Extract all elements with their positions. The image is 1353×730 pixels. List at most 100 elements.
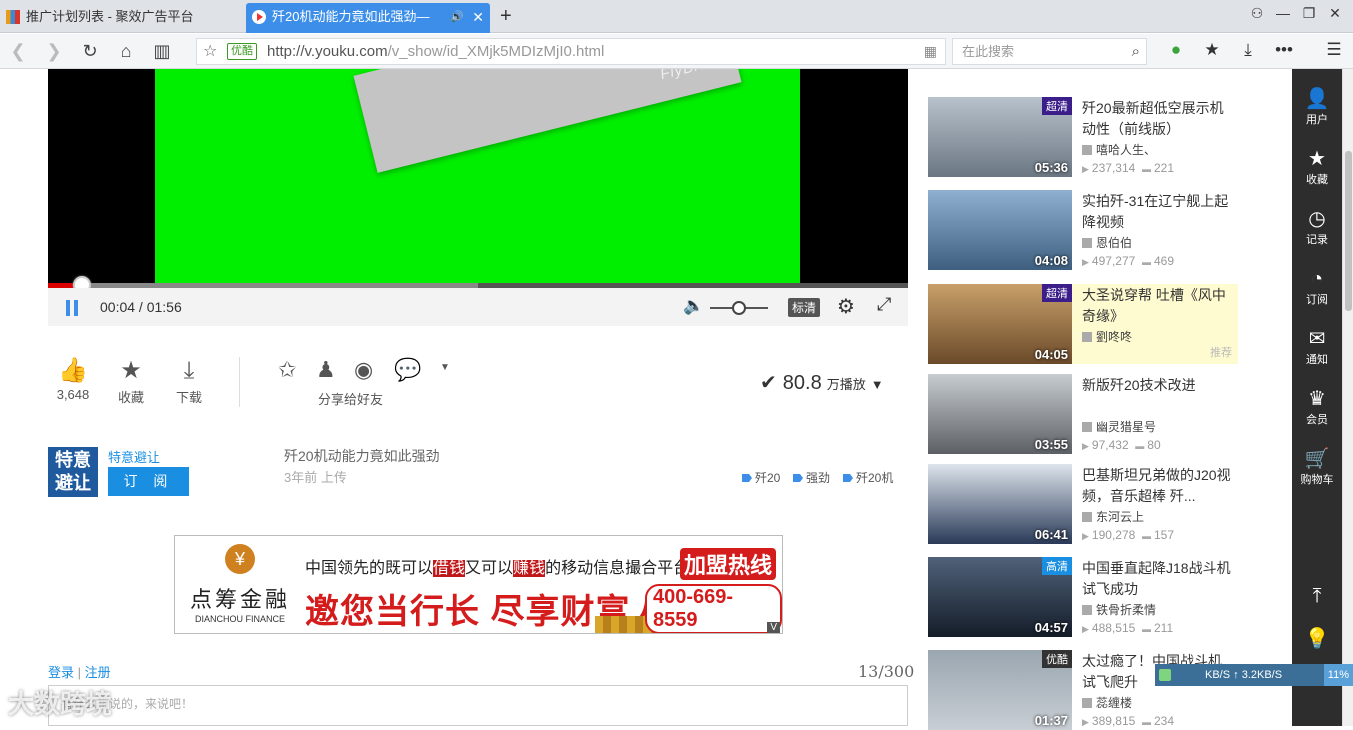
video-duration: 05:36 [1034, 160, 1068, 175]
qq-icon[interactable]: ♟ [316, 357, 336, 383]
related-video-item[interactable]: 高清 04:57 中国垂直起降J18战斗机试飞成功铁骨折柔情 488,515 211 [928, 557, 1238, 637]
share-star-icon[interactable]: ✩ [278, 357, 296, 383]
video-player[interactable]: FlyBNB [48, 69, 908, 283]
video-author[interactable]: 东河云上 [1082, 508, 1144, 525]
fullscreen-icon[interactable]: ⤢ [877, 294, 891, 315]
reading-mode-icon[interactable]: ▥ [150, 40, 174, 62]
sidebar-label: 订阅 [1306, 294, 1328, 306]
search-placeholder: 在此搜索 [962, 44, 1015, 59]
light-toggle[interactable]: 💡 [1292, 627, 1342, 651]
related-video-item[interactable]: 超清 04:05 大圣说穿帮 吐槽《风中奇缘》 劉咚咚 推荐 [928, 284, 1238, 364]
quality-button[interactable]: 标清 [788, 298, 821, 317]
net-up: 3.2KB/S [1241, 669, 1283, 681]
video-thumbnail[interactable]: 04:08 [928, 190, 1072, 270]
bookmark-star-icon[interactable]: ☆ [203, 41, 217, 61]
video-thumbnail[interactable]: 06:41 [928, 464, 1072, 544]
video-thumbnail[interactable]: 优酷 01:37 [928, 650, 1072, 730]
sidebar-item-history[interactable]: ◷ 记录 [1292, 207, 1342, 247]
collect-button[interactable]: ★ 收藏 [106, 355, 156, 406]
like-button[interactable]: 👍 3,648 [48, 355, 98, 402]
scrollbar[interactable] [1342, 69, 1353, 726]
video-title-link[interactable]: 歼20最新超低空展示机动性（前线版） [1082, 98, 1232, 140]
video-card: FlyBNB [353, 69, 742, 173]
arrow-up-icon: ⤒ [1312, 585, 1322, 607]
related-video-item[interactable]: 超清 05:36 歼20最新超低空展示机动性（前线版）嘻哈人生、 237,314 22… [928, 97, 1238, 177]
scrollbar-thumb[interactable] [1345, 151, 1352, 311]
video-author[interactable]: 劉咚咚 [1082, 328, 1132, 345]
sidebar-item-crown[interactable]: ♛ 会员 [1292, 387, 1342, 427]
comment-input[interactable]: 有什么想说的，来说吧！ [48, 685, 908, 726]
tab-video[interactable]: 歼20机动能力竟如此强劲— 🔊 ✕ [246, 3, 490, 33]
ad-text: 又可以 [465, 560, 514, 577]
video-author[interactable]: 恩伯伯 [1082, 234, 1132, 251]
pause-icon[interactable] [66, 300, 80, 316]
sidebar-item-star[interactable]: ★ 收藏 [1292, 147, 1342, 187]
tag-link[interactable]: 强劲 [793, 469, 830, 486]
download-icon[interactable]: ⤓ [1236, 40, 1260, 60]
reload-icon[interactable]: ↻ [78, 40, 102, 62]
video-thumbnail[interactable]: 超清 04:05 [928, 284, 1072, 364]
video-thumbnail[interactable]: 03:55 [928, 374, 1072, 454]
tab-ad-platform[interactable]: 推广计划列表 - 聚效广告平台 [0, 3, 240, 33]
new-tab-button[interactable]: + [500, 3, 512, 29]
sidebar-item-cart[interactable]: 🛒 购物车 [1292, 447, 1342, 487]
favorites-star-icon[interactable]: ★ [1200, 40, 1224, 60]
weibo-icon[interactable]: ◉ [354, 357, 373, 383]
video-title-link[interactable]: 巴基斯坦兄弟做的J20视频，音乐超棒 歼... [1082, 465, 1232, 507]
settings-gear-icon[interactable]: ⚙ [837, 294, 855, 319]
subscribe-button[interactable]: 订 阅 [108, 467, 189, 496]
video-author[interactable]: 蕊缠楼 [1082, 694, 1132, 711]
sidebar-item-rss[interactable]: ◔ 订阅 [1292, 267, 1342, 307]
video-frame: FlyBNB [155, 69, 800, 283]
search-input[interactable]: 在此搜索 ⌕ [952, 38, 1147, 65]
more-icon[interactable]: ••• [1272, 40, 1296, 60]
restore-icon[interactable]: ❐ [1297, 5, 1321, 22]
channel-name[interactable]: 特意避让 [108, 447, 160, 466]
tag-link[interactable]: 歼20机 [843, 469, 893, 486]
video-author[interactable]: 嘻哈人生、 [1082, 141, 1156, 158]
sidebar-item-mail[interactable]: ✉ 通知 [1292, 327, 1342, 367]
login-link[interactable]: 登录 [48, 665, 74, 680]
url-field[interactable]: ☆ 优酷 http://v.youku.com/v_show/id_XMjk5M… [196, 38, 946, 65]
volume-icon[interactable]: 🔈 [683, 296, 704, 316]
net-down: KB/S [1205, 669, 1231, 681]
search-icon[interactable]: ⌕ [1132, 39, 1140, 64]
related-video-item[interactable]: 03:55 新版歼20技术改进幽灵猎星号 97,432 80 [928, 374, 1238, 454]
video-thumbnail[interactable]: 超清 05:36 [928, 97, 1072, 177]
account-icon[interactable]: ⚇ [1245, 5, 1269, 22]
tag-link[interactable]: 歼20 [742, 469, 780, 486]
video-title-link[interactable]: 新版歼20技术改进 [1082, 375, 1232, 396]
speaker-icon[interactable]: 🔊 [450, 3, 464, 31]
wechat-share-icon[interactable]: 💬 [394, 357, 421, 383]
close-window-icon[interactable]: ✕ [1323, 5, 1347, 22]
share-dropdown-icon[interactable]: ▼ [440, 362, 450, 373]
wechat-icon[interactable]: ● [1164, 40, 1188, 60]
volume-handle[interactable] [732, 301, 746, 315]
forward-icon[interactable]: ❯ [42, 40, 66, 62]
video-author[interactable]: 铁骨折柔情 [1082, 601, 1156, 618]
comment-count: 211 [1142, 621, 1173, 635]
related-video-item[interactable]: 04:08 实拍歼-31在辽宁舰上起降视频恩伯伯 497,277 469 [928, 190, 1238, 270]
user-icon: 👤 [1304, 88, 1330, 110]
channel-avatar[interactable]: 特意避让 [48, 447, 98, 497]
video-author[interactable]: 幽灵猎星号 [1082, 418, 1156, 435]
video-title-link[interactable]: 大圣说穿帮 吐槽《风中奇缘》 [1082, 285, 1232, 327]
video-duration: 03:55 [1034, 437, 1068, 452]
minimize-icon[interactable]: — [1271, 5, 1295, 21]
video-title-link[interactable]: 中国垂直起降J18战斗机试飞成功 [1082, 558, 1232, 600]
register-link[interactable]: 注册 [85, 665, 111, 680]
related-video-item[interactable]: 06:41 巴基斯坦兄弟做的J20视频，音乐超棒 歼...东河云上 190,278 … [928, 464, 1238, 544]
ad-banner[interactable]: ¥ 点筹金融 DIANCHOU FINANCE 中国领先的既可以借钱又可以赚钱的… [174, 535, 783, 634]
back-icon[interactable]: ❮ [6, 40, 30, 62]
related-video-item[interactable]: 优酷01:37太过瘾了！中国战斗机试飞爬升蕊缠楼389,815 234 [928, 650, 1238, 730]
sidebar-item-user[interactable]: 👤 用户 [1292, 87, 1342, 127]
video-title-link[interactable]: 实拍歼-31在辽宁舰上起降视频 [1082, 191, 1232, 233]
play-count-dropdown-icon[interactable]: ▼ [871, 377, 884, 392]
close-tab-icon[interactable]: ✕ [472, 3, 484, 31]
home-icon[interactable]: ⌂ [114, 40, 138, 62]
menu-icon[interactable]: ☰ [1322, 40, 1346, 60]
qr-code-icon[interactable]: ▦ [924, 43, 937, 60]
back-to-top-button[interactable]: ⤒ [1292, 584, 1342, 608]
video-thumbnail[interactable]: 高清 04:57 [928, 557, 1072, 637]
download-button[interactable]: ⤓ 下载 [164, 355, 214, 406]
